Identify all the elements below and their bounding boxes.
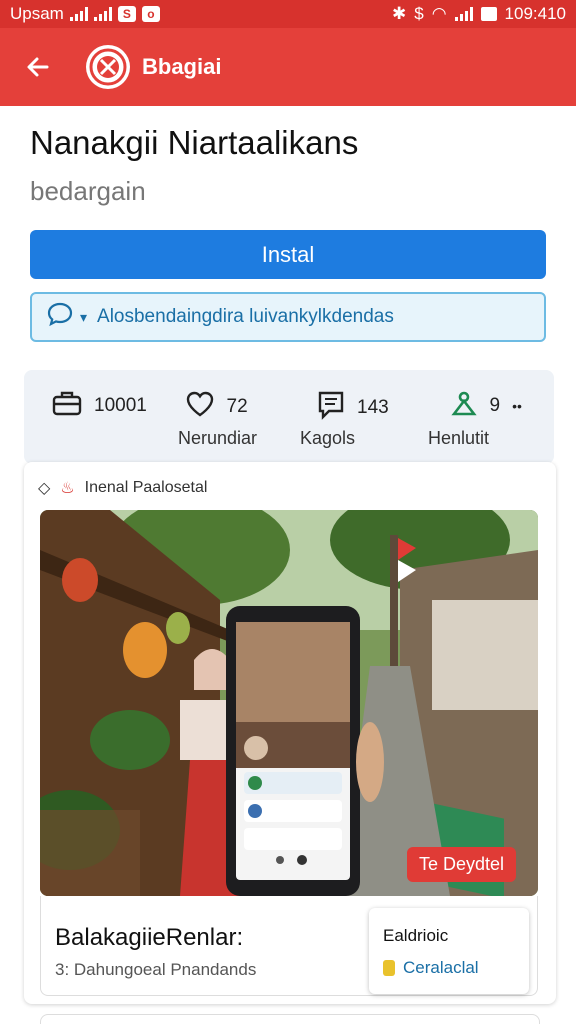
app-title: Bbagiai [142, 54, 222, 79]
flag-icon: ♨ [60, 480, 75, 497]
status-bar: Upsam S o ✱ $ ◠ 109:410 [0, 0, 576, 28]
cell-signal-icon [454, 7, 473, 21]
more-dots-icon: •• [512, 398, 522, 414]
clock: 109:410 [504, 4, 566, 23]
stat-value: 10001 [94, 395, 147, 416]
feature-title: BalakagiieRenlar: [55, 924, 244, 951]
feature-subtitle: 3: Dahungoeal Pnandands [55, 960, 257, 979]
stats-card: 10001 72 143 9 •• [24, 370, 554, 464]
wifi-icon: ◠ [431, 4, 447, 23]
mini-card-link-text: Ceralaclal [403, 958, 479, 977]
stat-label: Kagols [300, 428, 356, 448]
message-icon [317, 390, 345, 426]
mini-card[interactable]: Ealdrioic Ceralaclal [369, 908, 529, 994]
carrier-name: Upsam [10, 4, 64, 23]
stat-label: Henlutit [428, 428, 490, 448]
install-button[interactable]: Instal [30, 230, 546, 279]
mini-card-link[interactable]: Ceralaclal [383, 958, 479, 978]
stat-downloads: 10001 [24, 370, 157, 464]
feature-info: BalakagiieRenlar: 3: Dahungoeal Pnandand… [40, 896, 538, 996]
notification-icon-2: o [141, 6, 160, 22]
signal-icon-2 [93, 7, 112, 21]
briefcase-icon [52, 390, 82, 422]
status-badge: Te Deydtel [406, 847, 516, 882]
heart-icon [185, 390, 215, 424]
feature-card[interactable]: ◇ ♨ Inenal Paalosetal Te Deydtel Balakag… [24, 462, 556, 1004]
page-title: Nanakgii Niartaalikans [30, 124, 359, 161]
stat-users[interactable]: 9 •• [422, 370, 555, 464]
stat-value: 9 [489, 395, 501, 416]
bluetooth-icon: ✱ [391, 4, 407, 23]
stat-reviews[interactable]: 143 [289, 370, 422, 464]
sync-icon: $ [414, 4, 424, 23]
feature-image[interactable]: Te Deydtel [40, 510, 538, 896]
promo-text: Alosbendaingdira luivankylkdendas [97, 306, 394, 327]
chat-icon [46, 301, 74, 333]
chevron-down-icon: ▾ [80, 308, 88, 325]
person-icon [450, 390, 478, 422]
mini-card-title: Ealdrioic [383, 926, 449, 945]
signal-icon [69, 7, 88, 21]
stat-likes[interactable]: 72 [157, 370, 290, 464]
back-arrow-icon[interactable] [16, 45, 60, 89]
stat-value: 72 [226, 396, 248, 417]
page-subtitle: bedargain [30, 176, 146, 206]
app-bar: Bbagiai [0, 28, 576, 106]
app-logo [86, 45, 130, 89]
diamond-icon: ◇ [38, 480, 51, 497]
battery-icon [480, 7, 497, 21]
tag-icon [383, 960, 395, 976]
feature-header: ◇ ♨ Inenal Paalosetal [38, 478, 207, 498]
notification-icon: S [117, 6, 136, 22]
stat-value: 143 [357, 397, 389, 418]
next-card[interactable] [40, 1014, 540, 1024]
promo-banner[interactable]: ▾ Alosbendaingdira luivankylkdendas [30, 292, 546, 342]
stat-label: Nerundiar [178, 428, 258, 448]
feature-header-text: Inenal Paalosetal [84, 479, 208, 496]
